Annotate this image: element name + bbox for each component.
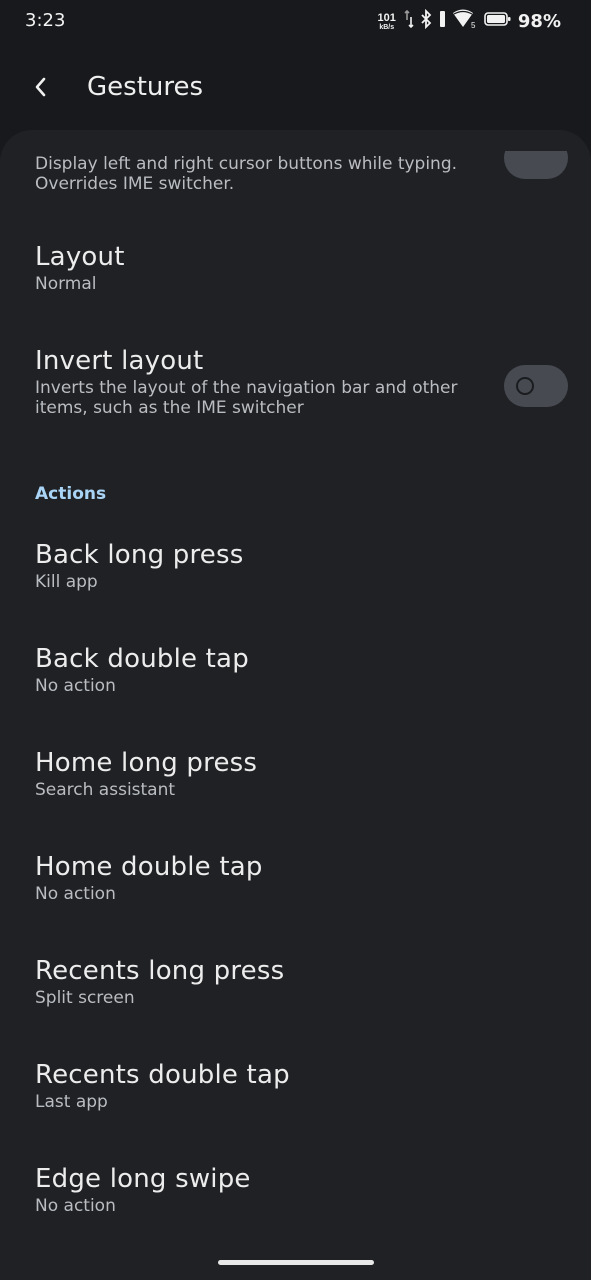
page-title: Gestures	[87, 72, 204, 102]
battery-icon	[484, 9, 512, 34]
cursor-buttons-toggle[interactable]	[504, 151, 568, 179]
vibrate-icon	[438, 9, 446, 34]
status-bar: 3:23 101 kB/s 5 98%	[0, 0, 591, 42]
action-title: Recents double tap	[35, 1060, 290, 1090]
battery-percent: 98%	[517, 11, 561, 32]
action-title: Home double tap	[35, 852, 263, 882]
net-speed-value: 101	[377, 11, 396, 24]
action-value: Search assistant	[35, 780, 176, 800]
action-value: Last app	[35, 1092, 108, 1112]
action-item-recents-long-press[interactable]: Recents long press Split screen	[35, 956, 495, 1008]
cursor-buttons-item[interactable]: Display left and right cursor buttons wh…	[35, 152, 495, 194]
action-item-home-long-press[interactable]: Home long press Search assistant	[35, 748, 495, 800]
action-value: No action	[35, 1196, 116, 1216]
invert-layout-description: Inverts the layout of the navigation bar…	[35, 378, 458, 418]
cursor-item-subtitle-line2: Overrides IME switcher.	[35, 174, 235, 194]
action-value: No action	[35, 884, 116, 904]
invert-layout-toggle[interactable]	[504, 365, 568, 407]
action-value: Split screen	[35, 988, 135, 1008]
home-indicator[interactable]	[218, 1260, 374, 1265]
data-arrows-icon	[404, 9, 414, 34]
layout-value: Normal	[35, 274, 97, 294]
action-title: Recents long press	[35, 956, 285, 986]
back-arrow-icon	[33, 75, 49, 104]
action-title: Home long press	[35, 748, 258, 778]
bluetooth-icon	[420, 8, 432, 34]
action-item-recents-double-tap[interactable]: Recents double tap Last app	[35, 1060, 495, 1112]
net-speed-indicator: 101 kB/s	[377, 11, 396, 31]
action-item-back-double-tap[interactable]: Back double tap No action	[35, 644, 495, 696]
app-bar: Gestures	[0, 56, 591, 122]
action-item-back-long-press[interactable]: Back long press Kill app	[35, 540, 495, 592]
wifi-icon: 5	[452, 9, 478, 34]
svg-text:5: 5	[471, 21, 476, 29]
action-item-edge-long-swipe[interactable]: Edge long swipe No action	[35, 1164, 495, 1216]
actions-section-header: Actions	[35, 484, 107, 504]
settings-list[interactable]: Display left and right cursor buttons wh…	[0, 130, 591, 1280]
action-title: Back long press	[35, 540, 244, 570]
invert-layout-title: Invert layout	[35, 346, 204, 376]
layout-item[interactable]: Layout Normal	[35, 242, 495, 294]
status-time: 3:23	[25, 10, 66, 31]
action-title: Back double tap	[35, 644, 249, 674]
action-value: Kill app	[35, 572, 98, 592]
back-button[interactable]	[22, 70, 60, 108]
status-icons: 101 kB/s 5 98%	[377, 8, 561, 34]
action-title: Edge long swipe	[35, 1164, 251, 1194]
toggle-knob	[516, 377, 534, 395]
layout-title: Layout	[35, 242, 125, 272]
net-speed-unit: kB/s	[379, 23, 395, 31]
action-item-home-double-tap[interactable]: Home double tap No action	[35, 852, 495, 904]
action-value: No action	[35, 676, 116, 696]
cursor-item-subtitle-line1: Display left and right cursor buttons wh…	[35, 154, 458, 174]
invert-layout-item[interactable]: Invert layout Inverts the layout of the …	[35, 346, 495, 418]
